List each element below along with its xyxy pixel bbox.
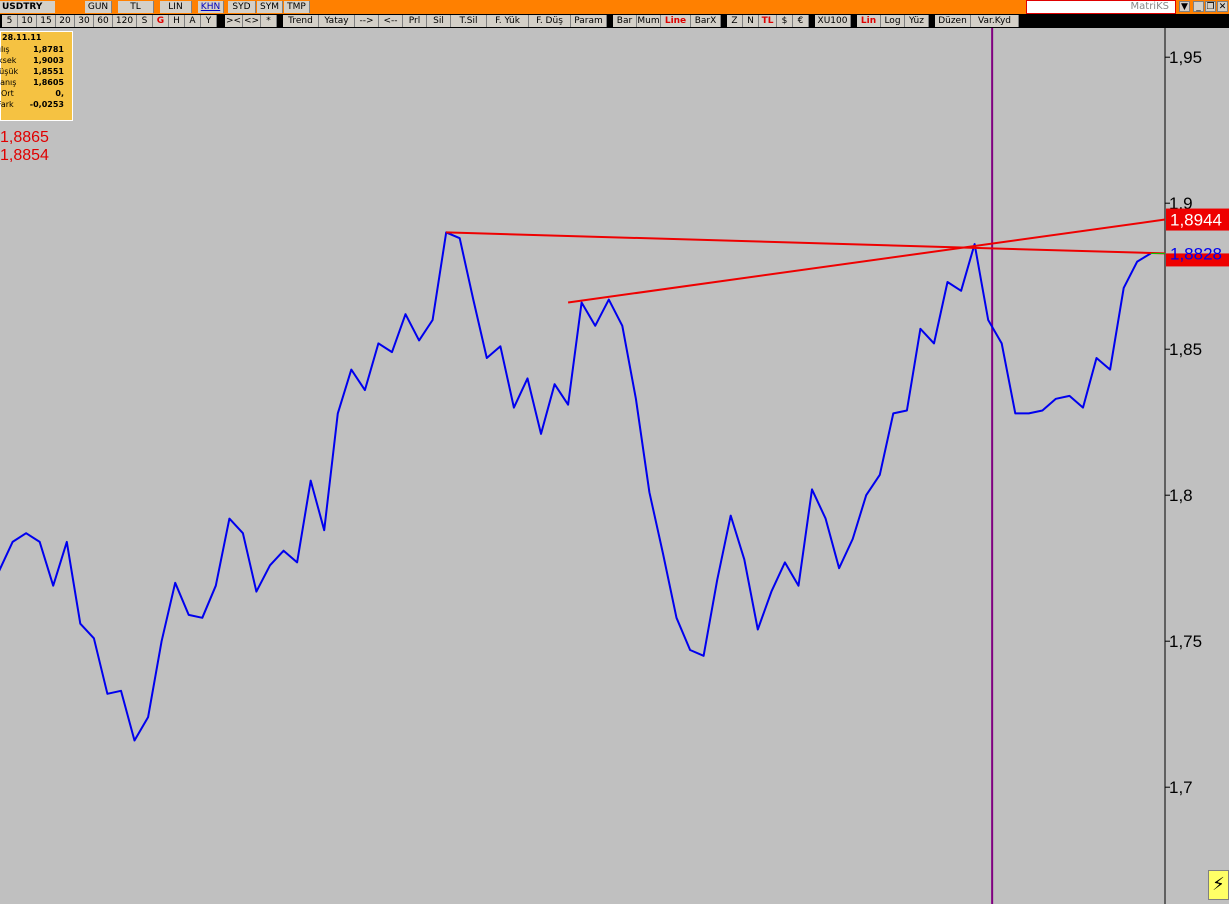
trendline-2 xyxy=(567,218,1166,304)
tool-btn-0-row2_periods[interactable]: 5 xyxy=(2,15,18,27)
toolbar-btn-gun[interactable]: GUN xyxy=(85,1,112,13)
tool-btn-10-row2_periods[interactable]: A xyxy=(185,15,201,27)
tool-btn-24-row2_tools[interactable]: Log xyxy=(881,15,905,27)
toolbar-btn-syd[interactable]: SYD xyxy=(228,1,256,13)
minimize-icon[interactable]: _ xyxy=(1193,1,1204,12)
tool-btn-19-row2_tools[interactable]: TL xyxy=(759,15,777,27)
price-series-line xyxy=(0,231,1152,742)
tool-btn-1-row2_periods[interactable]: 10 xyxy=(18,15,37,27)
lightning-icon[interactable]: ⚡ xyxy=(1208,870,1229,900)
tool-btn-5-row2_periods[interactable]: 60 xyxy=(94,15,113,27)
tool-btn-2-row2_tools[interactable]: * xyxy=(261,15,277,27)
tool-btn-6-row2_periods[interactable]: 120 xyxy=(113,15,137,27)
y-tick-label: 1,85 xyxy=(1169,340,1202,359)
tool-btn-25-row2_tools[interactable]: Yüz xyxy=(905,15,929,27)
tool-btn-20-row2_tools[interactable]: $ xyxy=(777,15,793,27)
tool-btn-21-row2_tools[interactable]: € xyxy=(793,15,809,27)
tool-btn-3-row2_periods[interactable]: 20 xyxy=(56,15,75,27)
dropdown-icon[interactable]: ▼ xyxy=(1179,1,1190,12)
restore-icon[interactable]: ❐ xyxy=(1205,1,1216,12)
top-toolbar: USDTRY GUN TL LIN KHN SYD SYM TMP MatriKS ▼ _ … xyxy=(0,0,1229,14)
tool-btn-11-row2_tools[interactable]: F. Düş xyxy=(529,15,571,27)
tool-btn-11-row2_periods[interactable]: Y xyxy=(201,15,217,27)
tool-btn-6-row2_tools[interactable]: <-- xyxy=(379,15,403,27)
trendline-1 xyxy=(446,231,1166,255)
tool-btn-0-row2_tools[interactable]: >< xyxy=(225,15,243,27)
toolbar-btn-tmp[interactable]: TMP xyxy=(284,1,310,13)
last-value-label-red: 1,8944 xyxy=(1170,211,1222,230)
tool-btn-18-row2_tools[interactable]: N xyxy=(743,15,759,27)
tool-btn-7-row2_tools[interactable]: Prl xyxy=(403,15,427,27)
chart-tools-toolbar: 5 10 15 20 30 60 120 S G H A Y >< <> * Trend Yatay --> <--… xyxy=(0,14,1229,28)
y-tick-label: 1,75 xyxy=(1169,632,1202,651)
y-tick-label: 1,8 xyxy=(1169,486,1193,505)
tool-btn-8-row2_periods[interactable]: G xyxy=(153,15,169,27)
toolbar-btn-tl[interactable]: TL xyxy=(118,1,154,13)
tool-btn-4-row2_tools[interactable]: Yatay xyxy=(319,15,355,27)
y-tick-label: 1,7 xyxy=(1169,778,1193,797)
tool-btn-1-row2_tools[interactable]: <> xyxy=(243,15,261,27)
price-chart[interactable]: 1,71,751,81,851,91,951,89441,8828 xyxy=(0,28,1229,904)
tool-btn-5-row2_tools[interactable]: --> xyxy=(355,15,379,27)
tool-btn-7-row2_periods[interactable]: S xyxy=(137,15,153,27)
close-icon[interactable]: ✕ xyxy=(1217,1,1228,12)
tool-btn-27-row2_tools[interactable]: Var.Kyd xyxy=(971,15,1019,27)
tool-btn-26-row2_tools[interactable]: Düzen xyxy=(935,15,971,27)
tool-btn-23-row2_tools[interactable]: Lin xyxy=(857,15,881,27)
tool-btn-9-row2_tools[interactable]: T.Sil xyxy=(451,15,487,27)
tool-btn-2-row2_periods[interactable]: 15 xyxy=(37,15,56,27)
tool-btn-3-row2_tools[interactable]: Trend xyxy=(283,15,319,27)
last-value-label-blue: 1,8828 xyxy=(1170,244,1222,263)
brand-logo: MatriKS xyxy=(1026,0,1176,14)
tool-btn-9-row2_periods[interactable]: H xyxy=(169,15,185,27)
toolbar-btn-khn[interactable]: KHN xyxy=(198,1,224,13)
tool-btn-13-row2_tools[interactable]: Bar xyxy=(613,15,637,27)
toolbar-btn-lin[interactable]: LIN xyxy=(160,1,192,13)
tool-btn-22-row2_tools[interactable]: XU100 xyxy=(815,15,851,27)
symbol-label[interactable]: USDTRY xyxy=(0,1,55,13)
tool-btn-12-row2_tools[interactable]: Param xyxy=(571,15,607,27)
tool-btn-4-row2_periods[interactable]: 30 xyxy=(75,15,94,27)
tool-btn-8-row2_tools[interactable]: Sil xyxy=(427,15,451,27)
tool-btn-14-row2_tools[interactable]: Mum xyxy=(637,15,661,27)
tool-btn-15-row2_tools[interactable]: Line xyxy=(661,15,691,27)
tool-btn-16-row2_tools[interactable]: BarX xyxy=(691,15,721,27)
tool-btn-17-row2_tools[interactable]: Z xyxy=(727,15,743,27)
toolbar-btn-sym[interactable]: SYM xyxy=(257,1,283,13)
tool-btn-10-row2_tools[interactable]: F. Yük xyxy=(487,15,529,27)
y-tick-label: 1,95 xyxy=(1169,48,1202,67)
